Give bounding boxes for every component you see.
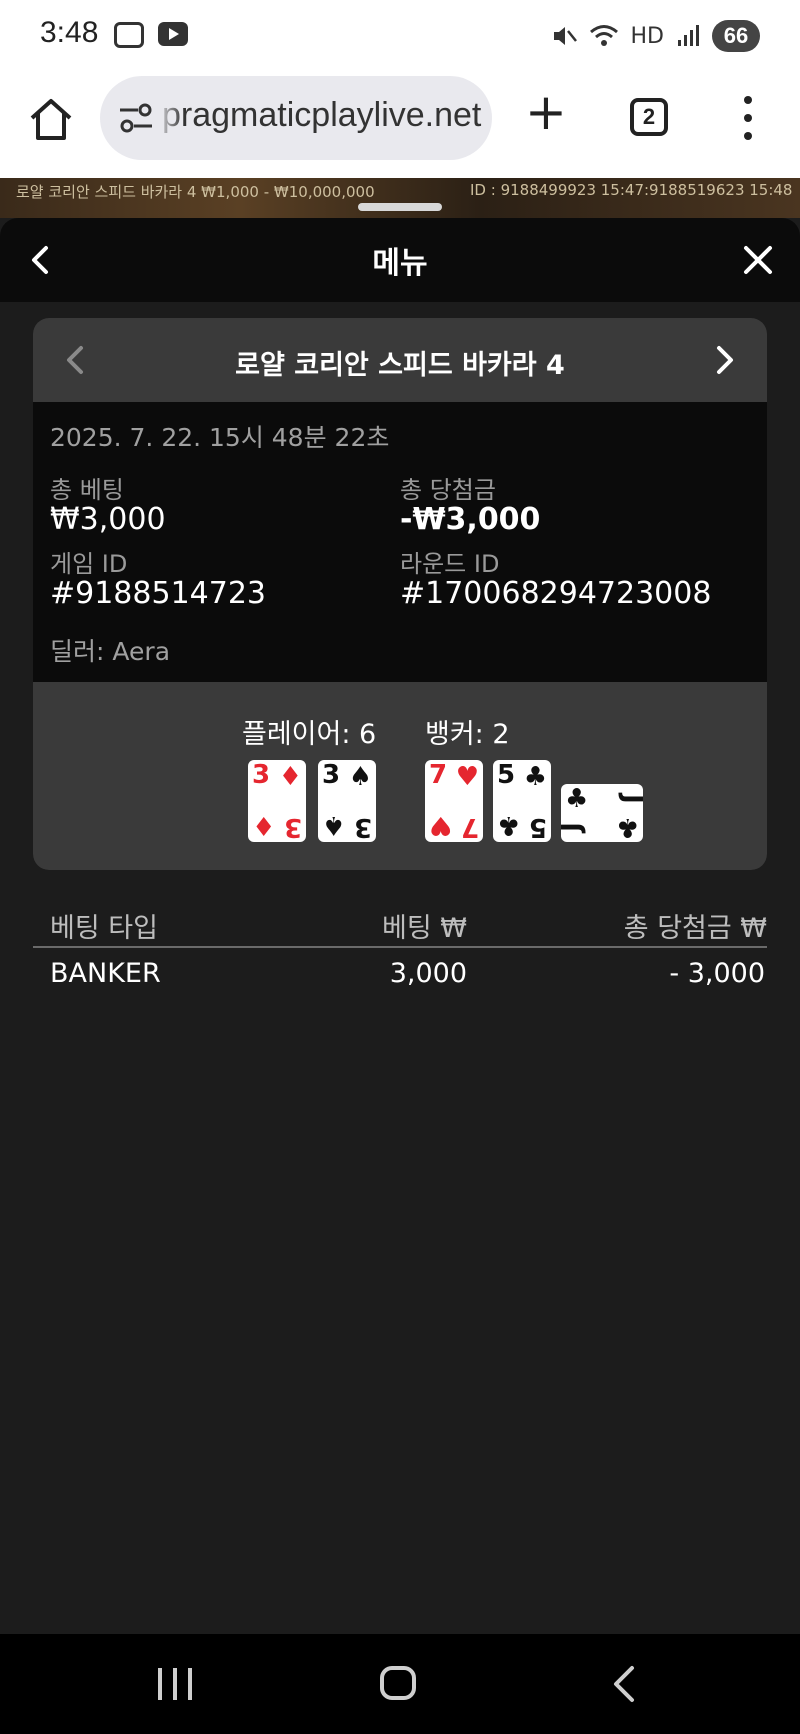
card-rank: 3 xyxy=(322,760,341,790)
player-score: 플레이어: 6 xyxy=(242,719,377,750)
address-bar[interactable]: pragmaticplaylive.net xyxy=(100,76,492,160)
card-rank: J xyxy=(617,794,648,804)
round-detail-card: 로얄 코리안 스피드 바카라 4 2025. 7. 22. 15시 48분 22… xyxy=(33,318,767,870)
screenshot-icon xyxy=(114,22,144,48)
site-settings-icon[interactable] xyxy=(116,98,156,138)
url-text: pragmaticplaylive.net xyxy=(162,96,482,134)
card-suit: ♥ xyxy=(455,762,479,792)
card-rank: 3 xyxy=(283,812,302,842)
card-result-area: 플레이어: 6 뱅커: 2 3 ♦ 3 ♦ 3 ♠ 3 ♠ 7 ♥ 7 ♥ 5 ♣ 5 ♣ J ♣ J ♣ xyxy=(33,682,767,870)
back-icon[interactable] xyxy=(604,1664,644,1704)
card-suit: ♠ xyxy=(348,762,372,792)
card-rank: 3 xyxy=(353,812,372,842)
close-icon[interactable] xyxy=(736,238,780,282)
browser-toolbar: pragmaticplaylive.net + 2 xyxy=(0,72,800,178)
playing-card: 3 ♠ 3 ♠ xyxy=(318,760,376,842)
card-suit: ♣ xyxy=(497,810,521,840)
total-win-value: -₩3,000 xyxy=(400,502,541,537)
round-id-label: 라운드 ID xyxy=(400,550,500,578)
home-button-icon[interactable] xyxy=(380,1666,416,1700)
tab-switcher-button[interactable]: 2 xyxy=(630,98,668,136)
more-options-icon[interactable] xyxy=(736,96,760,140)
status-system-icons: HD 66 xyxy=(551,20,760,52)
round-id-value: #170068294723008 xyxy=(400,576,712,611)
hd-icon: HD xyxy=(630,23,664,49)
playing-card: 5 ♣ 5 ♣ xyxy=(493,760,551,842)
total-win-label: 총 당첨금 xyxy=(400,476,496,504)
card-rank: 5 xyxy=(497,760,516,790)
mute-icon xyxy=(553,27,577,45)
status-bar: 3:48 HD 66 xyxy=(0,0,800,72)
round-navigator: 로얄 코리안 스피드 바카라 4 xyxy=(33,318,767,402)
battery-indicator: 66 xyxy=(712,20,760,52)
table-row: BANKER 3,000 - 3,000 xyxy=(33,948,767,998)
dealer-name: 딜러: Aera xyxy=(50,637,171,666)
playing-card: 7 ♥ 7 ♥ xyxy=(425,760,483,842)
card-rank: 5 xyxy=(528,812,547,842)
card-rank: J xyxy=(556,822,587,832)
next-round-icon[interactable] xyxy=(705,338,745,382)
card-suit: ♦ xyxy=(252,810,276,840)
home-icon[interactable] xyxy=(26,94,76,144)
game-id-label: 게임 ID xyxy=(50,550,128,578)
system-navigation-bar xyxy=(0,1634,800,1734)
card-rank: 7 xyxy=(460,812,479,842)
card-suit: ♣ xyxy=(615,812,639,842)
background-game-title: 로얄 코리안 스피드 바카라 4 ₩1,000 - ₩10,000,000 xyxy=(16,183,375,201)
total-win-header: 총 당첨금 ₩ xyxy=(623,913,767,944)
playing-card: J ♣ J ♣ xyxy=(557,784,647,842)
youtube-icon xyxy=(158,22,188,46)
card-suit: ♣ xyxy=(565,784,589,814)
win-amount-cell: - 3,000 xyxy=(669,958,765,989)
total-bet-value: ₩3,000 xyxy=(50,502,166,537)
menu-title: 메뉴 xyxy=(372,246,428,281)
card-suit: ♣ xyxy=(523,762,547,792)
url-fade xyxy=(156,76,184,160)
bet-type-cell: BANKER xyxy=(50,958,161,989)
total-bet-label: 총 베팅 xyxy=(50,476,124,504)
card-rank: 3 xyxy=(252,760,271,790)
banker-score: 뱅커: 2 xyxy=(425,719,510,750)
wifi-icon xyxy=(589,25,618,46)
game-id-value: #9188514723 xyxy=(50,576,267,611)
bets-table-header: 베팅 타입 베팅 ₩ 총 당첨금 ₩ xyxy=(33,900,767,948)
menu-header: 메뉴 xyxy=(0,218,800,302)
status-notification-icons xyxy=(114,22,188,48)
background-game-id: ID : 9188499923 15:47:9188519623 15:48 xyxy=(470,181,793,199)
background-game-strip: 로얄 코리안 스피드 바카라 4 ₩1,000 - ₩10,000,000 ID… xyxy=(0,178,800,218)
recent-apps-icon[interactable] xyxy=(158,1668,192,1700)
card-suit: ♠ xyxy=(322,810,346,840)
game-name: 로얄 코리안 스피드 바카라 4 xyxy=(235,350,565,381)
bet-amount-cell: 3,000 xyxy=(389,958,467,989)
card-rank: 7 xyxy=(429,760,448,790)
new-tab-button[interactable]: + xyxy=(524,87,568,137)
status-time: 3:48 xyxy=(40,16,99,49)
signal-icon xyxy=(678,25,699,46)
bets-table: 베팅 타입 베팅 ₩ 총 당첨금 ₩ BANKER 3,000 - 3,000 xyxy=(33,900,767,998)
sheet-drag-handle[interactable] xyxy=(358,203,442,211)
round-datetime: 2025. 7. 22. 15시 48분 22초 xyxy=(50,423,390,452)
bet-amount-header: 베팅 ₩ xyxy=(382,913,467,944)
bet-type-header: 베팅 타입 xyxy=(50,913,158,944)
card-suit: ♦ xyxy=(278,762,302,792)
card-suit: ♥ xyxy=(429,810,453,840)
playing-card: 3 ♦ 3 ♦ xyxy=(248,760,306,842)
